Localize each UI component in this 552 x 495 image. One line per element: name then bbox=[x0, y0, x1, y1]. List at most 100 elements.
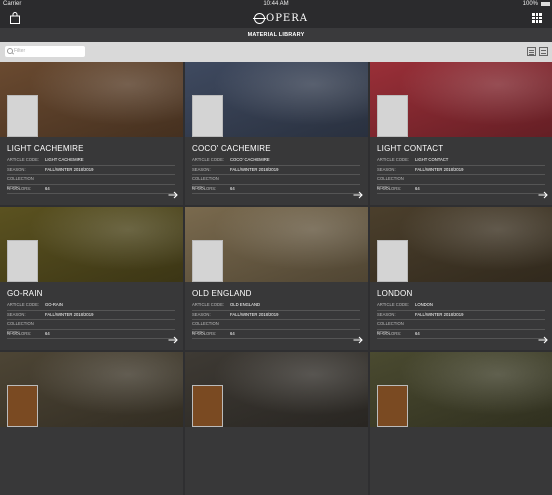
detail-label: COLLECTION BOOK: bbox=[7, 176, 34, 190]
detail-row: COLLECTION BOOK: bbox=[7, 320, 175, 335]
detail-label: COLLECTION BOOK: bbox=[377, 176, 404, 190]
detail-value: LIGHT CONTACT bbox=[415, 157, 449, 162]
color-swatch bbox=[377, 95, 408, 137]
material-card[interactable]: GO-RAIN ARTICLE CODE: GO-RAIN SEASON: FALL/W… bbox=[0, 207, 183, 350]
detail-row: COLLECTION BOOK: bbox=[7, 175, 175, 190]
detail-value: 64 bbox=[415, 185, 420, 191]
detail-row: N. COLORS: 64 bbox=[377, 185, 545, 194]
detail-value: GO-RAIN bbox=[45, 302, 63, 307]
opera-logo: OPERA bbox=[253, 9, 308, 27]
detail-value: FALL/WINTER 2018/2019 bbox=[230, 311, 279, 317]
detail-label: N. COLORS: bbox=[377, 185, 402, 191]
detail-value: 64 bbox=[415, 330, 420, 336]
detail-value: FALL/WINTER 2018/2019 bbox=[45, 166, 94, 172]
material-details: ARTICLE CODE: LIGHT CONTACT SEASON: FALL/WI… bbox=[377, 156, 545, 194]
material-details: ARTICLE CODE: GO-RAIN SEASON: FALL/WINTER 2… bbox=[7, 301, 175, 339]
logo-text: OPERA bbox=[266, 12, 308, 24]
detail-row: ARTICLE CODE: GO-RAIN bbox=[7, 301, 175, 311]
arrow-right-icon[interactable] bbox=[168, 191, 178, 199]
detail-label: COLLECTION BOOK: bbox=[192, 176, 219, 190]
detail-label: SEASON: bbox=[192, 311, 211, 317]
detail-row: SEASON: FALL/WINTER 2018/2019 bbox=[377, 166, 545, 175]
detail-row: ARTICLE CODE: OLD ENGLAND bbox=[192, 301, 360, 311]
detail-value: FALL/WINTER 2018/2019 bbox=[45, 311, 94, 317]
detail-label: ARTICLE CODE: bbox=[377, 302, 410, 307]
detail-row: ARTICLE CODE: COCO' CACHEMIRE bbox=[192, 156, 360, 166]
detail-value: LIGHT CACHEMIRE bbox=[45, 157, 84, 162]
arrow-right-icon[interactable] bbox=[538, 336, 548, 344]
arrow-right-icon[interactable] bbox=[353, 336, 363, 344]
detail-label: N. COLORS: bbox=[192, 185, 217, 191]
color-swatch bbox=[192, 240, 223, 282]
battery-icon bbox=[541, 2, 550, 6]
material-card[interactable]: LONDON ARTICLE CODE: LONDON SEASON: FALL/WIN… bbox=[370, 207, 552, 350]
detail-value: 64 bbox=[45, 330, 50, 336]
detail-label: SEASON: bbox=[192, 166, 211, 172]
detail-label: N. COLORS: bbox=[377, 330, 402, 336]
material-card[interactable] bbox=[370, 352, 552, 495]
logo-ring-icon bbox=[253, 12, 266, 24]
detail-value: 64 bbox=[45, 185, 50, 191]
detail-label: ARTICLE CODE: bbox=[192, 157, 225, 162]
detail-label: COLLECTION BOOK: bbox=[192, 321, 219, 335]
material-card[interactable]: COCO' CACHEMIRE ARTICLE CODE: COCO' CACHEM… bbox=[185, 62, 368, 205]
color-swatch bbox=[192, 95, 223, 137]
filter-bar: Filter bbox=[0, 42, 552, 62]
detail-value: FALL/WINTER 2018/2019 bbox=[415, 166, 464, 172]
detail-row: COLLECTION BOOK: bbox=[377, 320, 545, 335]
page-title: MATERIAL LIBRARY bbox=[0, 28, 552, 42]
battery-percent: 100% bbox=[522, 1, 538, 7]
detail-row: COLLECTION BOOK: bbox=[192, 175, 360, 190]
detail-row: SEASON: FALL/WINTER 2018/2019 bbox=[192, 166, 360, 175]
material-card[interactable] bbox=[185, 352, 368, 495]
list-view-icon[interactable] bbox=[527, 47, 536, 56]
detail-value: LONDON bbox=[415, 302, 433, 307]
color-swatch bbox=[377, 240, 408, 282]
material-card[interactable] bbox=[0, 352, 183, 495]
detail-label: SEASON: bbox=[377, 166, 396, 172]
color-swatch bbox=[377, 385, 408, 427]
detail-value: FALL/WINTER 2018/2019 bbox=[230, 166, 279, 172]
arrow-right-icon[interactable] bbox=[538, 191, 548, 199]
arrow-right-icon[interactable] bbox=[168, 336, 178, 344]
filter-placeholder: Filter bbox=[14, 48, 26, 54]
material-details: ARTICLE CODE: OLD ENGLAND SEASON: FALL/WINT… bbox=[192, 301, 360, 339]
color-swatch bbox=[7, 95, 38, 137]
material-name: COCO' CACHEMIRE bbox=[192, 144, 271, 153]
detail-row: N. COLORS: 64 bbox=[192, 185, 360, 194]
detail-row: SEASON: FALL/WINTER 2018/2019 bbox=[377, 311, 545, 320]
sort-icon[interactable] bbox=[539, 47, 548, 56]
material-card[interactable]: LIGHT CACHEMIRE ARTICLE CODE: LIGHT CACHEM… bbox=[0, 62, 183, 205]
detail-row: COLLECTION BOOK: bbox=[377, 175, 545, 190]
detail-label: SEASON: bbox=[377, 311, 396, 317]
detail-label: COLLECTION BOOK: bbox=[7, 321, 34, 335]
detail-row: SEASON: FALL/WINTER 2018/2019 bbox=[7, 166, 175, 175]
arrow-right-icon[interactable] bbox=[353, 191, 363, 199]
filter-input[interactable]: Filter bbox=[5, 46, 85, 57]
detail-row: SEASON: FALL/WINTER 2018/2019 bbox=[7, 311, 175, 320]
detail-row: ARTICLE CODE: LIGHT CONTACT bbox=[377, 156, 545, 166]
detail-label: ARTICLE CODE: bbox=[7, 157, 40, 162]
material-details: ARTICLE CODE: LONDON SEASON: FALL/WINTER 20… bbox=[377, 301, 545, 339]
detail-label: SEASON: bbox=[7, 166, 26, 172]
material-name: OLD ENGLAND bbox=[192, 289, 252, 298]
shopping-bag-icon[interactable] bbox=[9, 12, 21, 24]
detail-row: N. COLORS: 64 bbox=[7, 330, 175, 339]
detail-label: ARTICLE CODE: bbox=[7, 302, 40, 307]
detail-label: N. COLORS: bbox=[192, 330, 217, 336]
detail-value: COCO' CACHEMIRE bbox=[230, 157, 270, 162]
status-bar: Carrier 10:44 AM 100% bbox=[0, 0, 552, 8]
detail-row: ARTICLE CODE: LONDON bbox=[377, 301, 545, 311]
detail-row: N. COLORS: 64 bbox=[7, 185, 175, 194]
material-details: ARTICLE CODE: COCO' CACHEMIRE SEASON: FALL/… bbox=[192, 156, 360, 194]
grid-menu-icon[interactable] bbox=[532, 13, 542, 23]
material-card[interactable]: OLD ENGLAND ARTICLE CODE: OLD ENGLAND SEASO… bbox=[185, 207, 368, 350]
clock: 10:44 AM bbox=[263, 1, 289, 7]
color-swatch bbox=[192, 385, 223, 427]
material-name: LIGHT CACHEMIRE bbox=[7, 144, 84, 153]
detail-label: N. COLORS: bbox=[7, 185, 32, 191]
detail-row: N. COLORS: 64 bbox=[377, 330, 545, 339]
detail-label: COLLECTION BOOK: bbox=[377, 321, 404, 335]
detail-row: COLLECTION BOOK: bbox=[192, 320, 360, 335]
material-card[interactable]: LIGHT CONTACT ARTICLE CODE: LIGHT CONTACT S… bbox=[370, 62, 552, 205]
